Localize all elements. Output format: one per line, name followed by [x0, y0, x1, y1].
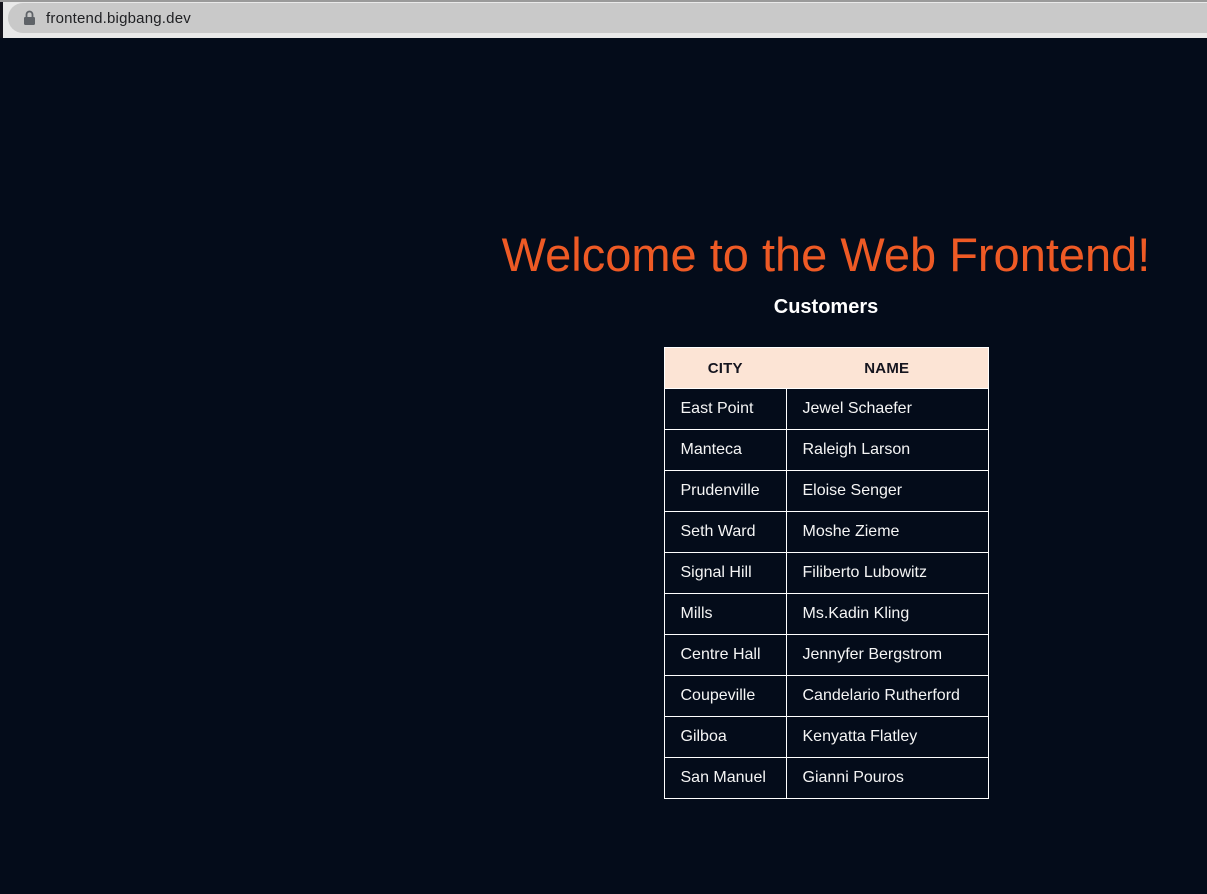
name-cell: Kenyatta Flatley	[786, 717, 988, 758]
name-cell: Moshe Zieme	[786, 512, 988, 553]
table-body: East Point Jewel Schaefer Manteca Raleig…	[664, 389, 988, 799]
browser-toolbar: frontend.bigbang.dev	[0, 0, 1207, 38]
city-cell: Gilboa	[664, 717, 786, 758]
city-cell: East Point	[664, 389, 786, 430]
table-row: Mills Ms.Kadin Kling	[664, 594, 988, 635]
table-row: Signal Hill Filiberto Lubowitz	[664, 553, 988, 594]
city-cell: Manteca	[664, 430, 786, 471]
city-cell: San Manuel	[664, 758, 786, 799]
column-header-name: NAME	[786, 348, 988, 389]
table-row: East Point Jewel Schaefer	[664, 389, 988, 430]
table-row: Coupeville Candelario Rutherford	[664, 676, 988, 717]
page-content: Welcome to the Web Frontend! Customers C…	[445, 38, 1207, 799]
name-cell: Jennyfer Bergstrom	[786, 635, 988, 676]
table-row: Seth Ward Moshe Zieme	[664, 512, 988, 553]
city-cell: Centre Hall	[664, 635, 786, 676]
table-row: Gilboa Kenyatta Flatley	[664, 717, 988, 758]
lock-icon	[23, 10, 36, 26]
table-row: Prudenville Eloise Senger	[664, 471, 988, 512]
name-cell: Raleigh Larson	[786, 430, 988, 471]
name-cell: Jewel Schaefer	[786, 389, 988, 430]
city-cell: Signal Hill	[664, 553, 786, 594]
city-cell: Mills	[664, 594, 786, 635]
name-cell: Eloise Senger	[786, 471, 988, 512]
city-cell: Coupeville	[664, 676, 786, 717]
url-text[interactable]: frontend.bigbang.dev	[46, 10, 191, 27]
city-cell: Prudenville	[664, 471, 786, 512]
table-header: CITY NAME	[664, 348, 988, 389]
name-cell: Candelario Rutherford	[786, 676, 988, 717]
header-row: CITY NAME	[664, 348, 988, 389]
table-row: Centre Hall Jennyfer Bergstrom	[664, 635, 988, 676]
table-row: Manteca Raleigh Larson	[664, 430, 988, 471]
table-row: San Manuel Gianni Pouros	[664, 758, 988, 799]
name-cell: Gianni Pouros	[786, 758, 988, 799]
column-header-city: CITY	[664, 348, 786, 389]
name-cell: Ms.Kadin Kling	[786, 594, 988, 635]
page-title: Welcome to the Web Frontend!	[445, 228, 1207, 282]
city-cell: Seth Ward	[664, 512, 786, 553]
name-cell: Filiberto Lubowitz	[786, 553, 988, 594]
url-bar[interactable]: frontend.bigbang.dev	[8, 3, 1207, 33]
customers-table: CITY NAME East Point Jewel Schaefer Mant…	[664, 347, 989, 799]
customers-heading: Customers	[445, 296, 1207, 319]
web-page: Welcome to the Web Frontend! Customers C…	[0, 38, 1207, 894]
